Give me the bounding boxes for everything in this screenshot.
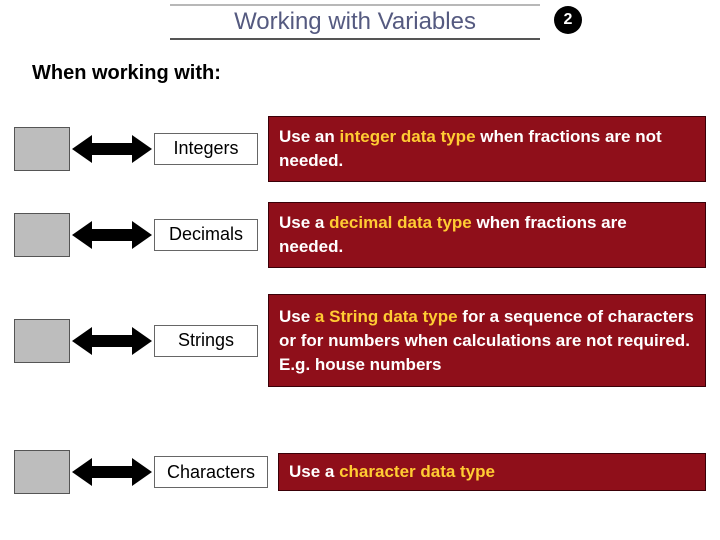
desc-highlight: integer data type: [339, 127, 475, 146]
label-text: Characters: [167, 462, 255, 483]
desc-integers: Use an integer data type when fractions …: [268, 116, 706, 182]
decoration-box: [14, 319, 70, 363]
desc-pre: Use a: [279, 213, 329, 232]
row-integers: Integers Use an integer data type when f…: [14, 116, 706, 182]
double-arrow-icon: [70, 213, 154, 257]
subtitle: When working with:: [32, 62, 221, 85]
desc-highlight: a String data type: [315, 307, 458, 326]
page-number: 2: [564, 11, 573, 29]
row-decimals: Decimals Use a decimal data type when fr…: [14, 202, 706, 268]
decoration-box: [14, 127, 70, 171]
double-arrow-icon: [70, 127, 154, 171]
double-arrow-icon: [70, 450, 154, 494]
desc-highlight: character data type: [339, 462, 495, 481]
row-characters: Characters Use a character data type: [14, 450, 706, 494]
double-arrow-icon: [70, 319, 154, 363]
desc-pre: Use an: [279, 127, 339, 146]
row-strings: Strings Use a String data type for a seq…: [14, 294, 706, 387]
label-text: Integers: [173, 138, 238, 159]
page-title: Working with Variables: [170, 4, 540, 40]
decoration-box: [14, 450, 70, 494]
desc-highlight: decimal data type: [329, 213, 472, 232]
title-text: Working with Variables: [234, 8, 476, 36]
label-characters: Characters: [154, 456, 268, 488]
desc-pre: Use a: [289, 462, 339, 481]
desc-pre: Use: [279, 307, 315, 326]
desc-strings: Use a String data type for a sequence of…: [268, 294, 706, 387]
page-number-badge: 2: [554, 6, 582, 34]
label-text: Strings: [178, 330, 234, 351]
label-decimals: Decimals: [154, 219, 258, 251]
decoration-box: [14, 213, 70, 257]
label-text: Decimals: [169, 224, 243, 245]
label-integers: Integers: [154, 133, 258, 165]
desc-decimals: Use a decimal data type when fractions a…: [268, 202, 706, 268]
desc-characters: Use a character data type: [278, 453, 706, 491]
label-strings: Strings: [154, 325, 258, 357]
